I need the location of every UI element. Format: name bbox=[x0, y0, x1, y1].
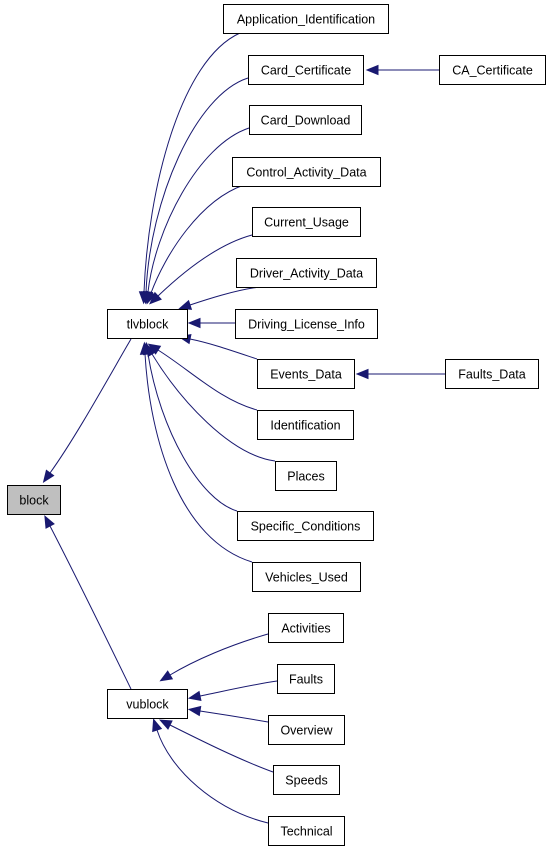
edge-technical-to-vublock bbox=[152, 718, 269, 824]
class-node-identification[interactable]: Identification bbox=[257, 410, 354, 440]
edge-line bbox=[150, 184, 245, 294]
edge-driving-license-info-to-tlvblock bbox=[187, 317, 235, 329]
class-node-driver-activity-data[interactable]: Driver_Activity_Data bbox=[236, 258, 377, 288]
node-label: block bbox=[19, 494, 49, 508]
edge-activities-to-vublock bbox=[159, 633, 269, 682]
edge-ca-certificate-to-card-certificate bbox=[365, 64, 439, 76]
edge-line bbox=[144, 353, 253, 563]
node-label: Card_Certificate bbox=[261, 64, 351, 78]
node-label: Events_Data bbox=[270, 368, 342, 382]
class-node-control-activity-data[interactable]: Control_Activity_Data bbox=[232, 157, 381, 187]
edge-vehicles-used-to-tlvblock bbox=[139, 341, 253, 563]
node-label: Places bbox=[287, 470, 325, 484]
class-node-vehicles-used[interactable]: Vehicles_Used bbox=[252, 562, 361, 592]
edge-line bbox=[199, 710, 269, 723]
edge-faults-to-vublock bbox=[187, 680, 278, 702]
edge-line bbox=[157, 349, 258, 411]
node-label: Speeds bbox=[285, 774, 327, 788]
edge-line bbox=[49, 338, 132, 474]
edge-tlvblock-to-block bbox=[42, 338, 132, 483]
class-node-current-usage[interactable]: Current_Usage bbox=[252, 207, 361, 237]
edge-line bbox=[156, 729, 269, 824]
edge-overview-to-vublock bbox=[187, 705, 269, 723]
class-node-driving-license-info[interactable]: Driving_License_Info bbox=[235, 309, 378, 339]
edge-specific-conditions-to-tlvblock bbox=[142, 341, 238, 512]
node-label: Faults_Data bbox=[458, 368, 525, 382]
edge-faults-data-to-events-data bbox=[355, 368, 445, 380]
class-node-card-certificate[interactable]: Card_Certificate bbox=[248, 55, 364, 85]
class-node-faults-data[interactable]: Faults_Data bbox=[445, 359, 539, 389]
class-node-overview[interactable]: Overview bbox=[268, 715, 345, 745]
class-node-card-download[interactable]: Card_Download bbox=[249, 105, 362, 135]
class-node-specific-conditions[interactable]: Specific_Conditions bbox=[237, 511, 374, 541]
edge-line bbox=[147, 127, 250, 293]
edge-line bbox=[189, 286, 261, 306]
node-label: vublock bbox=[126, 698, 169, 712]
class-node-activities[interactable]: Activities bbox=[268, 613, 344, 643]
node-label: Card_Download bbox=[261, 114, 351, 128]
node-label: Identification bbox=[270, 419, 340, 433]
edge-line bbox=[169, 724, 274, 773]
node-label: Activities bbox=[281, 622, 330, 636]
class-node-ca-certificate[interactable]: CA_Certificate bbox=[439, 55, 546, 85]
arrowhead-icon bbox=[159, 719, 173, 730]
edge-speeds-to-vublock bbox=[159, 719, 274, 773]
arrowhead-icon bbox=[187, 705, 202, 717]
edge-vublock-to-block bbox=[44, 515, 132, 690]
class-node-places[interactable]: Places bbox=[275, 461, 337, 491]
inheritance-diagram: block tlvblock vublock Application_Identifi… bbox=[7, 4, 546, 846]
node-label: Vehicles_Used bbox=[265, 571, 348, 585]
arrowhead-icon bbox=[187, 690, 202, 702]
arrowhead-icon bbox=[365, 64, 379, 76]
node-label: tlvblock bbox=[127, 318, 169, 332]
edge-line bbox=[169, 633, 269, 676]
class-node-speeds[interactable]: Speeds bbox=[273, 765, 340, 795]
node-label: Control_Activity_Data bbox=[246, 166, 366, 180]
arrowhead-icon bbox=[159, 670, 174, 682]
edge-line bbox=[49, 525, 132, 690]
edge-line bbox=[143, 32, 241, 293]
class-node-events-data[interactable]: Events_Data bbox=[257, 359, 355, 389]
class-node-application-identification[interactable]: Application_Identification bbox=[223, 4, 389, 34]
class-node-technical[interactable]: Technical bbox=[268, 816, 345, 846]
arrowhead-icon bbox=[178, 299, 193, 310]
node-label: Specific_Conditions bbox=[251, 520, 361, 534]
edge-card-download-to-tlvblock bbox=[142, 127, 250, 305]
arrowhead-icon bbox=[44, 515, 55, 529]
class-node-block[interactable]: block bbox=[7, 485, 61, 515]
edge-line bbox=[189, 338, 258, 360]
arrowhead-icon bbox=[42, 469, 55, 483]
edge-line bbox=[147, 353, 238, 512]
node-label: Faults bbox=[289, 673, 323, 687]
nodes-layer: block tlvblock vublock Application_Identifi… bbox=[7, 4, 546, 846]
edge-driver-activity-data-to-tlvblock bbox=[178, 286, 261, 310]
arrowhead-icon bbox=[187, 317, 201, 329]
edge-line bbox=[151, 353, 276, 462]
edge-line bbox=[199, 680, 278, 697]
edge-application-identification-to-tlvblock bbox=[138, 32, 241, 305]
node-label: Current_Usage bbox=[264, 216, 349, 230]
node-label: Driver_Activity_Data bbox=[250, 267, 363, 281]
node-label: Technical bbox=[280, 825, 332, 839]
arrowhead-icon bbox=[152, 718, 163, 733]
edges-layer bbox=[42, 32, 445, 824]
node-label: Overview bbox=[280, 724, 333, 738]
arrowhead-icon bbox=[355, 368, 369, 380]
class-node-tlvblock[interactable]: tlvblock bbox=[107, 309, 188, 339]
edge-places-to-tlvblock bbox=[145, 343, 276, 462]
class-node-faults[interactable]: Faults bbox=[277, 664, 335, 694]
node-label: Driving_License_Info bbox=[248, 318, 365, 332]
node-label: Application_Identification bbox=[237, 13, 375, 27]
node-label: CA_Certificate bbox=[452, 64, 533, 78]
class-node-vublock[interactable]: vublock bbox=[107, 689, 188, 719]
